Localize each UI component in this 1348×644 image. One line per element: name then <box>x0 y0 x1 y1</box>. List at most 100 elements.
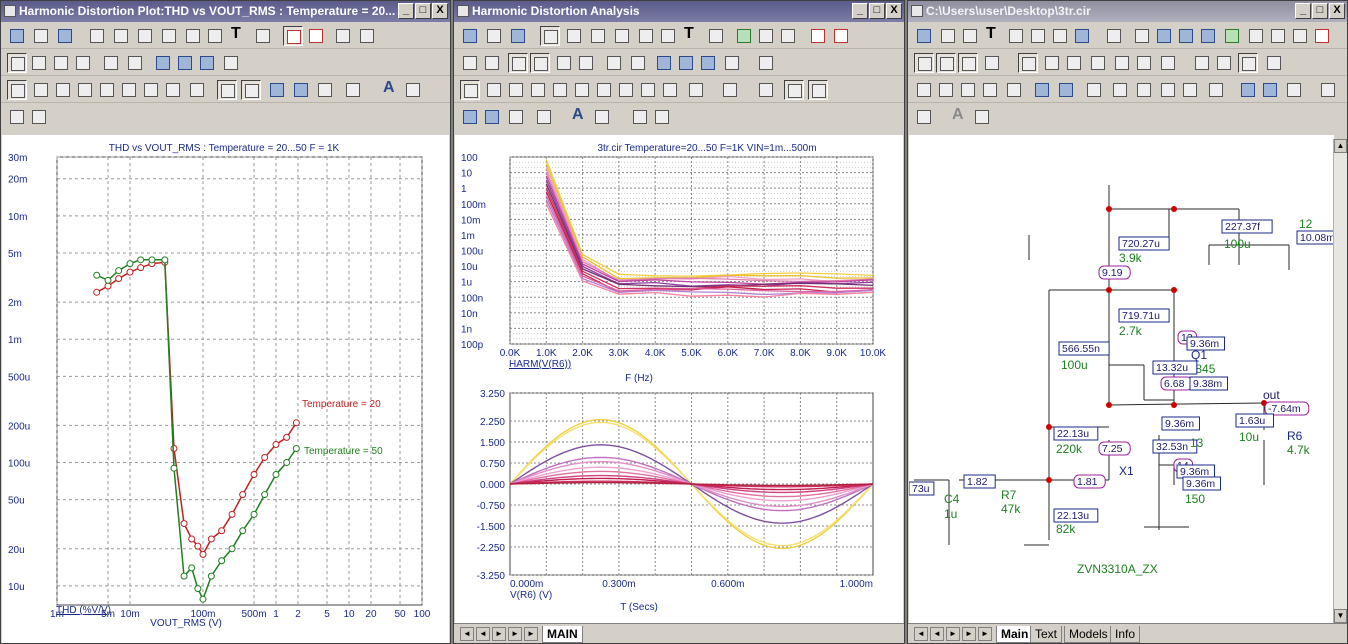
schematic-value-n938[interactable]: 9.38m <box>1193 378 1222 390</box>
grid-icon[interactable] <box>460 53 480 73</box>
schematic-canvas[interactable]: 720.27u 3.9k 9.19 227.37f 100u 12 10.08m 719.71… <box>908 135 1342 623</box>
dock-icon[interactable] <box>29 107 49 127</box>
schematic-label-out[interactable]: out <box>1263 388 1280 402</box>
font-icon[interactable]: A <box>568 107 588 127</box>
schematic-value-n668[interactable]: 6.68 <box>1164 378 1185 390</box>
same-y-icon[interactable] <box>784 80 804 100</box>
schematic-value-out_v[interactable]: -7.64m <box>1268 403 1301 415</box>
scale-icon[interactable] <box>564 26 584 46</box>
bottom-icon[interactable] <box>187 80 207 100</box>
copy-tool-icon[interactable] <box>1072 26 1092 46</box>
title-block-icon[interactable] <box>1214 53 1234 73</box>
next-page-icon[interactable]: ► <box>492 627 506 641</box>
line-tool-icon[interactable] <box>1006 26 1026 46</box>
pin-connections-icon[interactable] <box>982 53 1002 73</box>
maximize-button[interactable]: □ <box>869 3 885 19</box>
tab-main[interactable]: MAIN <box>542 626 583 643</box>
tokens-icon[interactable] <box>306 26 326 46</box>
tab-main[interactable]: Main <box>996 626 1034 643</box>
zoom-fit-icon[interactable] <box>506 107 526 127</box>
macro-icon[interactable] <box>1084 80 1104 100</box>
zoom-box-icon[interactable] <box>87 26 107 46</box>
stop-icon[interactable] <box>756 26 776 46</box>
schematic-label-r_top_v[interactable]: 3.9k <box>1119 251 1143 265</box>
layout-3-icon[interactable] <box>554 53 574 73</box>
node-voltages-icon[interactable] <box>1018 53 1038 73</box>
same-x-icon[interactable] <box>808 80 828 100</box>
conditions-icon[interactable] <box>1088 53 1108 73</box>
vertical-scrollbar[interactable]: ▲ ▼ <box>1333 139 1347 623</box>
pan-tool-icon[interactable] <box>938 26 958 46</box>
flip-y-icon[interactable] <box>980 80 1000 100</box>
layout-icon[interactable] <box>7 53 27 73</box>
edit-icon[interactable] <box>1268 26 1288 46</box>
close-button[interactable]: X <box>432 3 448 19</box>
font-style-icon[interactable] <box>592 107 612 127</box>
minimize-button[interactable]: _ <box>852 3 868 19</box>
first-page-icon[interactable]: ◄ <box>460 627 474 641</box>
cursor-peak-icon[interactable] <box>197 53 217 73</box>
states-icon[interactable] <box>1112 53 1132 73</box>
point-tag-icon[interactable] <box>588 26 608 46</box>
panel-icon[interactable] <box>343 80 363 100</box>
schematic-label-n12[interactable]: 12 <box>1299 217 1313 231</box>
schematic-value-n919[interactable]: 9.19 <box>1102 267 1123 279</box>
properties-icon[interactable] <box>1264 53 1284 73</box>
schematic-value-x1_v2[interactable]: 32.53n <box>1156 441 1188 453</box>
zoom-in-icon[interactable] <box>267 80 287 100</box>
thd-plot-titlebar[interactable]: Harmonic Distortion Plot:THD vs VOUT_RMS… <box>1 1 450 22</box>
layout-4-icon[interactable] <box>73 53 93 73</box>
first-page-icon[interactable]: ◄ <box>914 627 928 641</box>
same-x-icon[interactable] <box>241 80 261 100</box>
end-page-icon[interactable]: ► <box>978 627 992 641</box>
close-button[interactable]: X <box>1329 3 1345 19</box>
layout-3-icon[interactable] <box>51 53 71 73</box>
horizontal-tag-icon[interactable] <box>159 26 179 46</box>
next-peak-icon[interactable] <box>460 80 480 100</box>
low-icon[interactable] <box>75 80 95 100</box>
schematic-label-x1_n[interactable]: 13 <box>1190 436 1204 450</box>
find-icon[interactable] <box>1104 26 1124 46</box>
vertical-tag-icon[interactable] <box>636 26 656 46</box>
schematic-label-part[interactable]: ZVN3310A_ZX <box>1077 562 1158 576</box>
find-next-icon[interactable] <box>1056 80 1076 100</box>
mirror-icon[interactable] <box>1004 80 1024 100</box>
text-tool-icon[interactable]: T <box>227 26 247 46</box>
font-style-icon[interactable] <box>403 80 423 100</box>
lower-icon[interactable] <box>1180 80 1200 100</box>
tokens-icon[interactable] <box>831 26 851 46</box>
schematic-label-c_out_v[interactable]: 10u <box>1239 430 1259 444</box>
schematic-label-r7[interactable]: R7 <box>1001 488 1017 502</box>
schematic-value-q1_i[interactable]: 13.32u <box>1156 362 1188 374</box>
schematic-label-r220_v[interactable]: 220k <box>1056 442 1083 456</box>
minimize-button[interactable]: _ <box>398 3 414 19</box>
attribute-text-icon[interactable] <box>914 53 934 73</box>
schematic-value-c_mid_i[interactable]: 566.55n <box>1062 343 1100 355</box>
end-page-icon[interactable]: ► <box>524 627 538 641</box>
tab-text[interactable]: Text <box>1030 626 1063 643</box>
cursor-peak-icon[interactable] <box>698 53 718 73</box>
page-icon[interactable] <box>1192 53 1212 73</box>
schematic-value-j_v1[interactable]: 9.36m <box>1180 466 1209 478</box>
schematic-label-r2_v[interactable]: 2.7k <box>1119 324 1143 338</box>
schematic-value-v12[interactable]: 10.08m <box>1300 232 1335 244</box>
stack-2-icon[interactable] <box>125 53 145 73</box>
info-icon[interactable] <box>1176 26 1196 46</box>
next-peak-icon[interactable] <box>7 80 27 100</box>
next-page-icon[interactable]: ► <box>946 627 960 641</box>
power-icon[interactable] <box>1064 53 1084 73</box>
layout-2-icon[interactable] <box>530 53 550 73</box>
same-y-icon[interactable] <box>217 80 237 100</box>
prev-page-icon[interactable]: ◄ <box>930 627 944 641</box>
schematic-label-c_mid_v[interactable]: 100u <box>1061 358 1088 372</box>
minor-grid-icon[interactable] <box>482 53 502 73</box>
zoom-in-icon[interactable] <box>460 107 480 127</box>
zoom-out-icon[interactable] <box>1260 80 1280 100</box>
data-points-icon[interactable] <box>283 26 303 46</box>
text-tool-icon[interactable]: T <box>680 26 700 46</box>
layout-4-icon[interactable] <box>576 53 596 73</box>
wire-tool-icon[interactable] <box>960 26 980 46</box>
dock-icon[interactable] <box>652 107 672 127</box>
schematic-value-c_out_i[interactable]: 1.63u <box>1239 415 1265 427</box>
undock-icon[interactable] <box>630 107 650 127</box>
